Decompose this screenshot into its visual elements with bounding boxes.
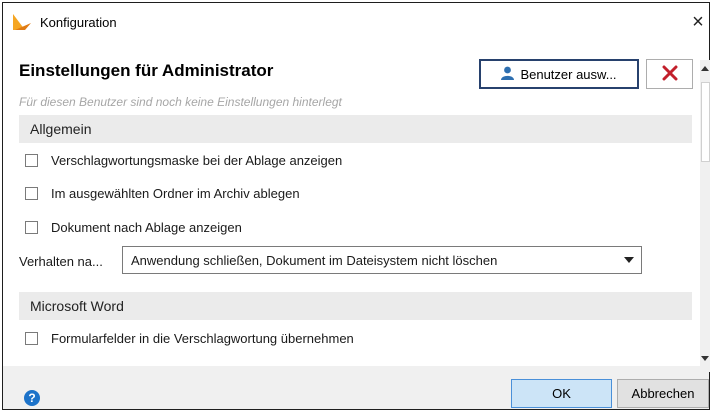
- close-icon[interactable]: ×: [687, 9, 709, 35]
- chevron-down-icon[interactable]: [617, 247, 641, 273]
- scrollbar[interactable]: [700, 60, 710, 372]
- option-row[interactable]: Dokument nach Ablage anzeigen: [25, 220, 242, 235]
- ok-button[interactable]: OK: [511, 379, 612, 408]
- scroll-up-arrow-icon[interactable]: [700, 66, 710, 76]
- help-icon[interactable]: ?: [24, 390, 40, 406]
- option-row[interactable]: Formularfelder in die Verschlagwortung ü…: [25, 331, 354, 346]
- section-header-general: Allgemein: [19, 115, 692, 143]
- option-label: Dokument nach Ablage anzeigen: [51, 220, 242, 235]
- option-row[interactable]: Im ausgewählten Ordner im Archiv ablegen: [25, 186, 300, 201]
- scrollbar-thumb[interactable]: [701, 82, 710, 162]
- dialog-footer: ? OK Abbrechen: [3, 366, 709, 409]
- window-title: Konfiguration: [40, 15, 117, 30]
- section-header-word: Microsoft Word: [19, 292, 692, 320]
- page-title: Einstellungen für Administrator: [19, 61, 274, 80]
- remove-button[interactable]: [646, 59, 693, 89]
- option-label: Im ausgewählten Ordner im Archiv ablegen: [51, 186, 300, 201]
- scroll-down-arrow-icon[interactable]: [700, 356, 710, 366]
- title-bar: Konfiguration ×: [3, 3, 709, 41]
- behavior-select-value: Anwendung schließen, Dokument im Dateisy…: [131, 253, 498, 268]
- behavior-select[interactable]: Anwendung schließen, Dokument im Dateisy…: [122, 246, 642, 274]
- configuration-dialog: Konfiguration × Einstellungen für Admini…: [2, 2, 710, 410]
- user-icon: [501, 66, 515, 83]
- remove-icon: [662, 65, 678, 84]
- cancel-button[interactable]: Abbrechen: [617, 379, 709, 408]
- option-label: Verschlagwortungsmaske bei der Ablage an…: [51, 153, 343, 168]
- checkbox[interactable]: [25, 154, 38, 167]
- hint-text: Für diesen Benutzer sind noch keine Eins…: [19, 95, 342, 109]
- behavior-label: Verhalten na...: [19, 254, 103, 269]
- option-label: Formularfelder in die Verschlagwortung ü…: [51, 331, 354, 346]
- select-user-button[interactable]: Benutzer ausw...: [479, 59, 639, 89]
- checkbox[interactable]: [25, 332, 38, 345]
- select-user-label: Benutzer ausw...: [520, 66, 617, 82]
- option-row[interactable]: Verschlagwortungsmaske bei der Ablage an…: [25, 153, 342, 168]
- checkbox[interactable]: [25, 187, 38, 200]
- checkbox[interactable]: [25, 221, 38, 234]
- app-logo-icon: [13, 14, 31, 30]
